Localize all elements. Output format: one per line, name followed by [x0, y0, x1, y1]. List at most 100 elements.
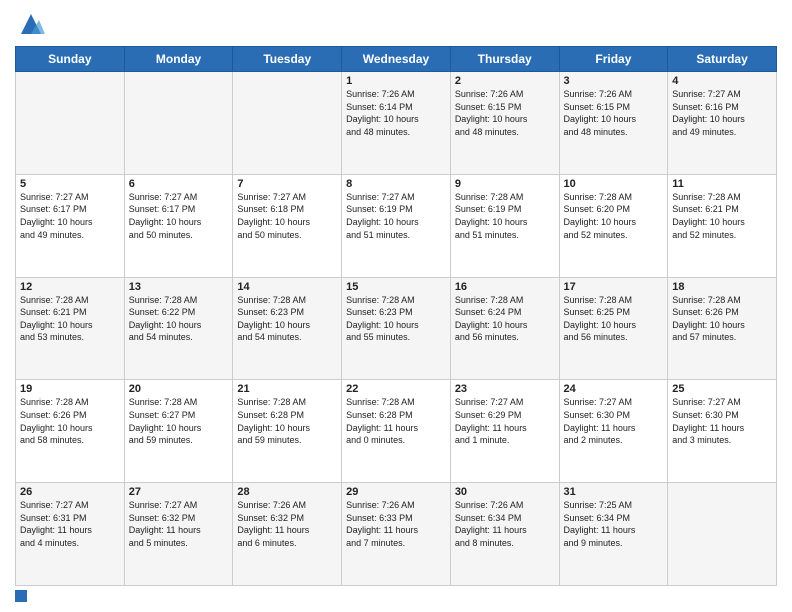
day-info: Sunrise: 7:28 AM Sunset: 6:21 PM Dayligh… [672, 191, 772, 241]
day-header-thursday: Thursday [450, 47, 559, 72]
day-header-monday: Monday [124, 47, 233, 72]
day-number: 6 [129, 178, 229, 190]
calendar-cell: 29Sunrise: 7:26 AM Sunset: 6:33 PM Dayli… [342, 483, 451, 586]
day-number: 20 [129, 383, 229, 395]
day-info: Sunrise: 7:28 AM Sunset: 6:23 PM Dayligh… [346, 294, 446, 344]
day-number: 16 [455, 281, 555, 293]
day-info: Sunrise: 7:28 AM Sunset: 6:26 PM Dayligh… [20, 396, 120, 446]
week-row: 12Sunrise: 7:28 AM Sunset: 6:21 PM Dayli… [16, 277, 777, 380]
day-info: Sunrise: 7:26 AM Sunset: 6:33 PM Dayligh… [346, 499, 446, 549]
calendar-cell: 12Sunrise: 7:28 AM Sunset: 6:21 PM Dayli… [16, 277, 125, 380]
day-number: 29 [346, 486, 446, 498]
page: SundayMondayTuesdayWednesdayThursdayFrid… [0, 0, 792, 612]
day-number: 8 [346, 178, 446, 190]
day-number: 28 [237, 486, 337, 498]
day-info: Sunrise: 7:28 AM Sunset: 6:27 PM Dayligh… [129, 396, 229, 446]
week-row: 1Sunrise: 7:26 AM Sunset: 6:14 PM Daylig… [16, 72, 777, 175]
day-number: 1 [346, 75, 446, 87]
calendar-cell: 23Sunrise: 7:27 AM Sunset: 6:29 PM Dayli… [450, 380, 559, 483]
day-info: Sunrise: 7:27 AM Sunset: 6:17 PM Dayligh… [20, 191, 120, 241]
day-info: Sunrise: 7:27 AM Sunset: 6:29 PM Dayligh… [455, 396, 555, 446]
day-info: Sunrise: 7:28 AM Sunset: 6:28 PM Dayligh… [346, 396, 446, 446]
calendar-cell: 9Sunrise: 7:28 AM Sunset: 6:19 PM Daylig… [450, 174, 559, 277]
day-info: Sunrise: 7:27 AM Sunset: 6:16 PM Dayligh… [672, 88, 772, 138]
day-header-friday: Friday [559, 47, 668, 72]
calendar-cell: 11Sunrise: 7:28 AM Sunset: 6:21 PM Dayli… [668, 174, 777, 277]
day-number: 12 [20, 281, 120, 293]
day-info: Sunrise: 7:26 AM Sunset: 6:34 PM Dayligh… [455, 499, 555, 549]
day-number: 4 [672, 75, 772, 87]
header [15, 10, 777, 38]
day-info: Sunrise: 7:27 AM Sunset: 6:17 PM Dayligh… [129, 191, 229, 241]
day-info: Sunrise: 7:28 AM Sunset: 6:24 PM Dayligh… [455, 294, 555, 344]
day-number: 24 [564, 383, 664, 395]
day-info: Sunrise: 7:28 AM Sunset: 6:26 PM Dayligh… [672, 294, 772, 344]
calendar-cell: 19Sunrise: 7:28 AM Sunset: 6:26 PM Dayli… [16, 380, 125, 483]
day-info: Sunrise: 7:26 AM Sunset: 6:15 PM Dayligh… [564, 88, 664, 138]
day-number: 19 [20, 383, 120, 395]
day-info: Sunrise: 7:27 AM Sunset: 6:19 PM Dayligh… [346, 191, 446, 241]
day-number: 7 [237, 178, 337, 190]
day-number: 15 [346, 281, 446, 293]
calendar-cell: 24Sunrise: 7:27 AM Sunset: 6:30 PM Dayli… [559, 380, 668, 483]
logo [15, 10, 45, 38]
week-row: 5Sunrise: 7:27 AM Sunset: 6:17 PM Daylig… [16, 174, 777, 277]
header-row: SundayMondayTuesdayWednesdayThursdayFrid… [16, 47, 777, 72]
calendar-cell [233, 72, 342, 175]
calendar-cell: 10Sunrise: 7:28 AM Sunset: 6:20 PM Dayli… [559, 174, 668, 277]
day-info: Sunrise: 7:28 AM Sunset: 6:25 PM Dayligh… [564, 294, 664, 344]
day-number: 14 [237, 281, 337, 293]
day-number: 26 [20, 486, 120, 498]
day-header-tuesday: Tuesday [233, 47, 342, 72]
day-number: 31 [564, 486, 664, 498]
day-info: Sunrise: 7:27 AM Sunset: 6:30 PM Dayligh… [564, 396, 664, 446]
day-info: Sunrise: 7:28 AM Sunset: 6:23 PM Dayligh… [237, 294, 337, 344]
logo-icon [17, 10, 45, 38]
footer [15, 590, 777, 602]
day-number: 11 [672, 178, 772, 190]
calendar-cell: 20Sunrise: 7:28 AM Sunset: 6:27 PM Dayli… [124, 380, 233, 483]
day-number: 3 [564, 75, 664, 87]
day-info: Sunrise: 7:28 AM Sunset: 6:22 PM Dayligh… [129, 294, 229, 344]
day-number: 5 [20, 178, 120, 190]
day-number: 17 [564, 281, 664, 293]
calendar-cell: 18Sunrise: 7:28 AM Sunset: 6:26 PM Dayli… [668, 277, 777, 380]
calendar-cell: 13Sunrise: 7:28 AM Sunset: 6:22 PM Dayli… [124, 277, 233, 380]
day-info: Sunrise: 7:27 AM Sunset: 6:30 PM Dayligh… [672, 396, 772, 446]
calendar-cell: 25Sunrise: 7:27 AM Sunset: 6:30 PM Dayli… [668, 380, 777, 483]
calendar-cell [124, 72, 233, 175]
calendar-cell: 27Sunrise: 7:27 AM Sunset: 6:32 PM Dayli… [124, 483, 233, 586]
day-header-sunday: Sunday [16, 47, 125, 72]
calendar-cell: 6Sunrise: 7:27 AM Sunset: 6:17 PM Daylig… [124, 174, 233, 277]
calendar-cell: 26Sunrise: 7:27 AM Sunset: 6:31 PM Dayli… [16, 483, 125, 586]
day-number: 18 [672, 281, 772, 293]
week-row: 19Sunrise: 7:28 AM Sunset: 6:26 PM Dayli… [16, 380, 777, 483]
day-info: Sunrise: 7:26 AM Sunset: 6:14 PM Dayligh… [346, 88, 446, 138]
calendar-cell [668, 483, 777, 586]
day-info: Sunrise: 7:28 AM Sunset: 6:28 PM Dayligh… [237, 396, 337, 446]
calendar-cell: 1Sunrise: 7:26 AM Sunset: 6:14 PM Daylig… [342, 72, 451, 175]
day-number: 23 [455, 383, 555, 395]
calendar-cell [16, 72, 125, 175]
calendar-cell: 21Sunrise: 7:28 AM Sunset: 6:28 PM Dayli… [233, 380, 342, 483]
calendar-cell: 17Sunrise: 7:28 AM Sunset: 6:25 PM Dayli… [559, 277, 668, 380]
day-header-saturday: Saturday [668, 47, 777, 72]
day-number: 30 [455, 486, 555, 498]
day-info: Sunrise: 7:27 AM Sunset: 6:18 PM Dayligh… [237, 191, 337, 241]
calendar-cell: 7Sunrise: 7:27 AM Sunset: 6:18 PM Daylig… [233, 174, 342, 277]
day-number: 13 [129, 281, 229, 293]
day-number: 27 [129, 486, 229, 498]
day-header-wednesday: Wednesday [342, 47, 451, 72]
day-info: Sunrise: 7:28 AM Sunset: 6:19 PM Dayligh… [455, 191, 555, 241]
calendar-cell: 5Sunrise: 7:27 AM Sunset: 6:17 PM Daylig… [16, 174, 125, 277]
day-info: Sunrise: 7:26 AM Sunset: 6:15 PM Dayligh… [455, 88, 555, 138]
day-number: 10 [564, 178, 664, 190]
day-info: Sunrise: 7:28 AM Sunset: 6:21 PM Dayligh… [20, 294, 120, 344]
calendar-cell: 4Sunrise: 7:27 AM Sunset: 6:16 PM Daylig… [668, 72, 777, 175]
footer-dot [15, 590, 27, 602]
day-number: 21 [237, 383, 337, 395]
day-info: Sunrise: 7:26 AM Sunset: 6:32 PM Dayligh… [237, 499, 337, 549]
calendar-cell: 15Sunrise: 7:28 AM Sunset: 6:23 PM Dayli… [342, 277, 451, 380]
day-info: Sunrise: 7:27 AM Sunset: 6:32 PM Dayligh… [129, 499, 229, 549]
calendar-table: SundayMondayTuesdayWednesdayThursdayFrid… [15, 46, 777, 586]
